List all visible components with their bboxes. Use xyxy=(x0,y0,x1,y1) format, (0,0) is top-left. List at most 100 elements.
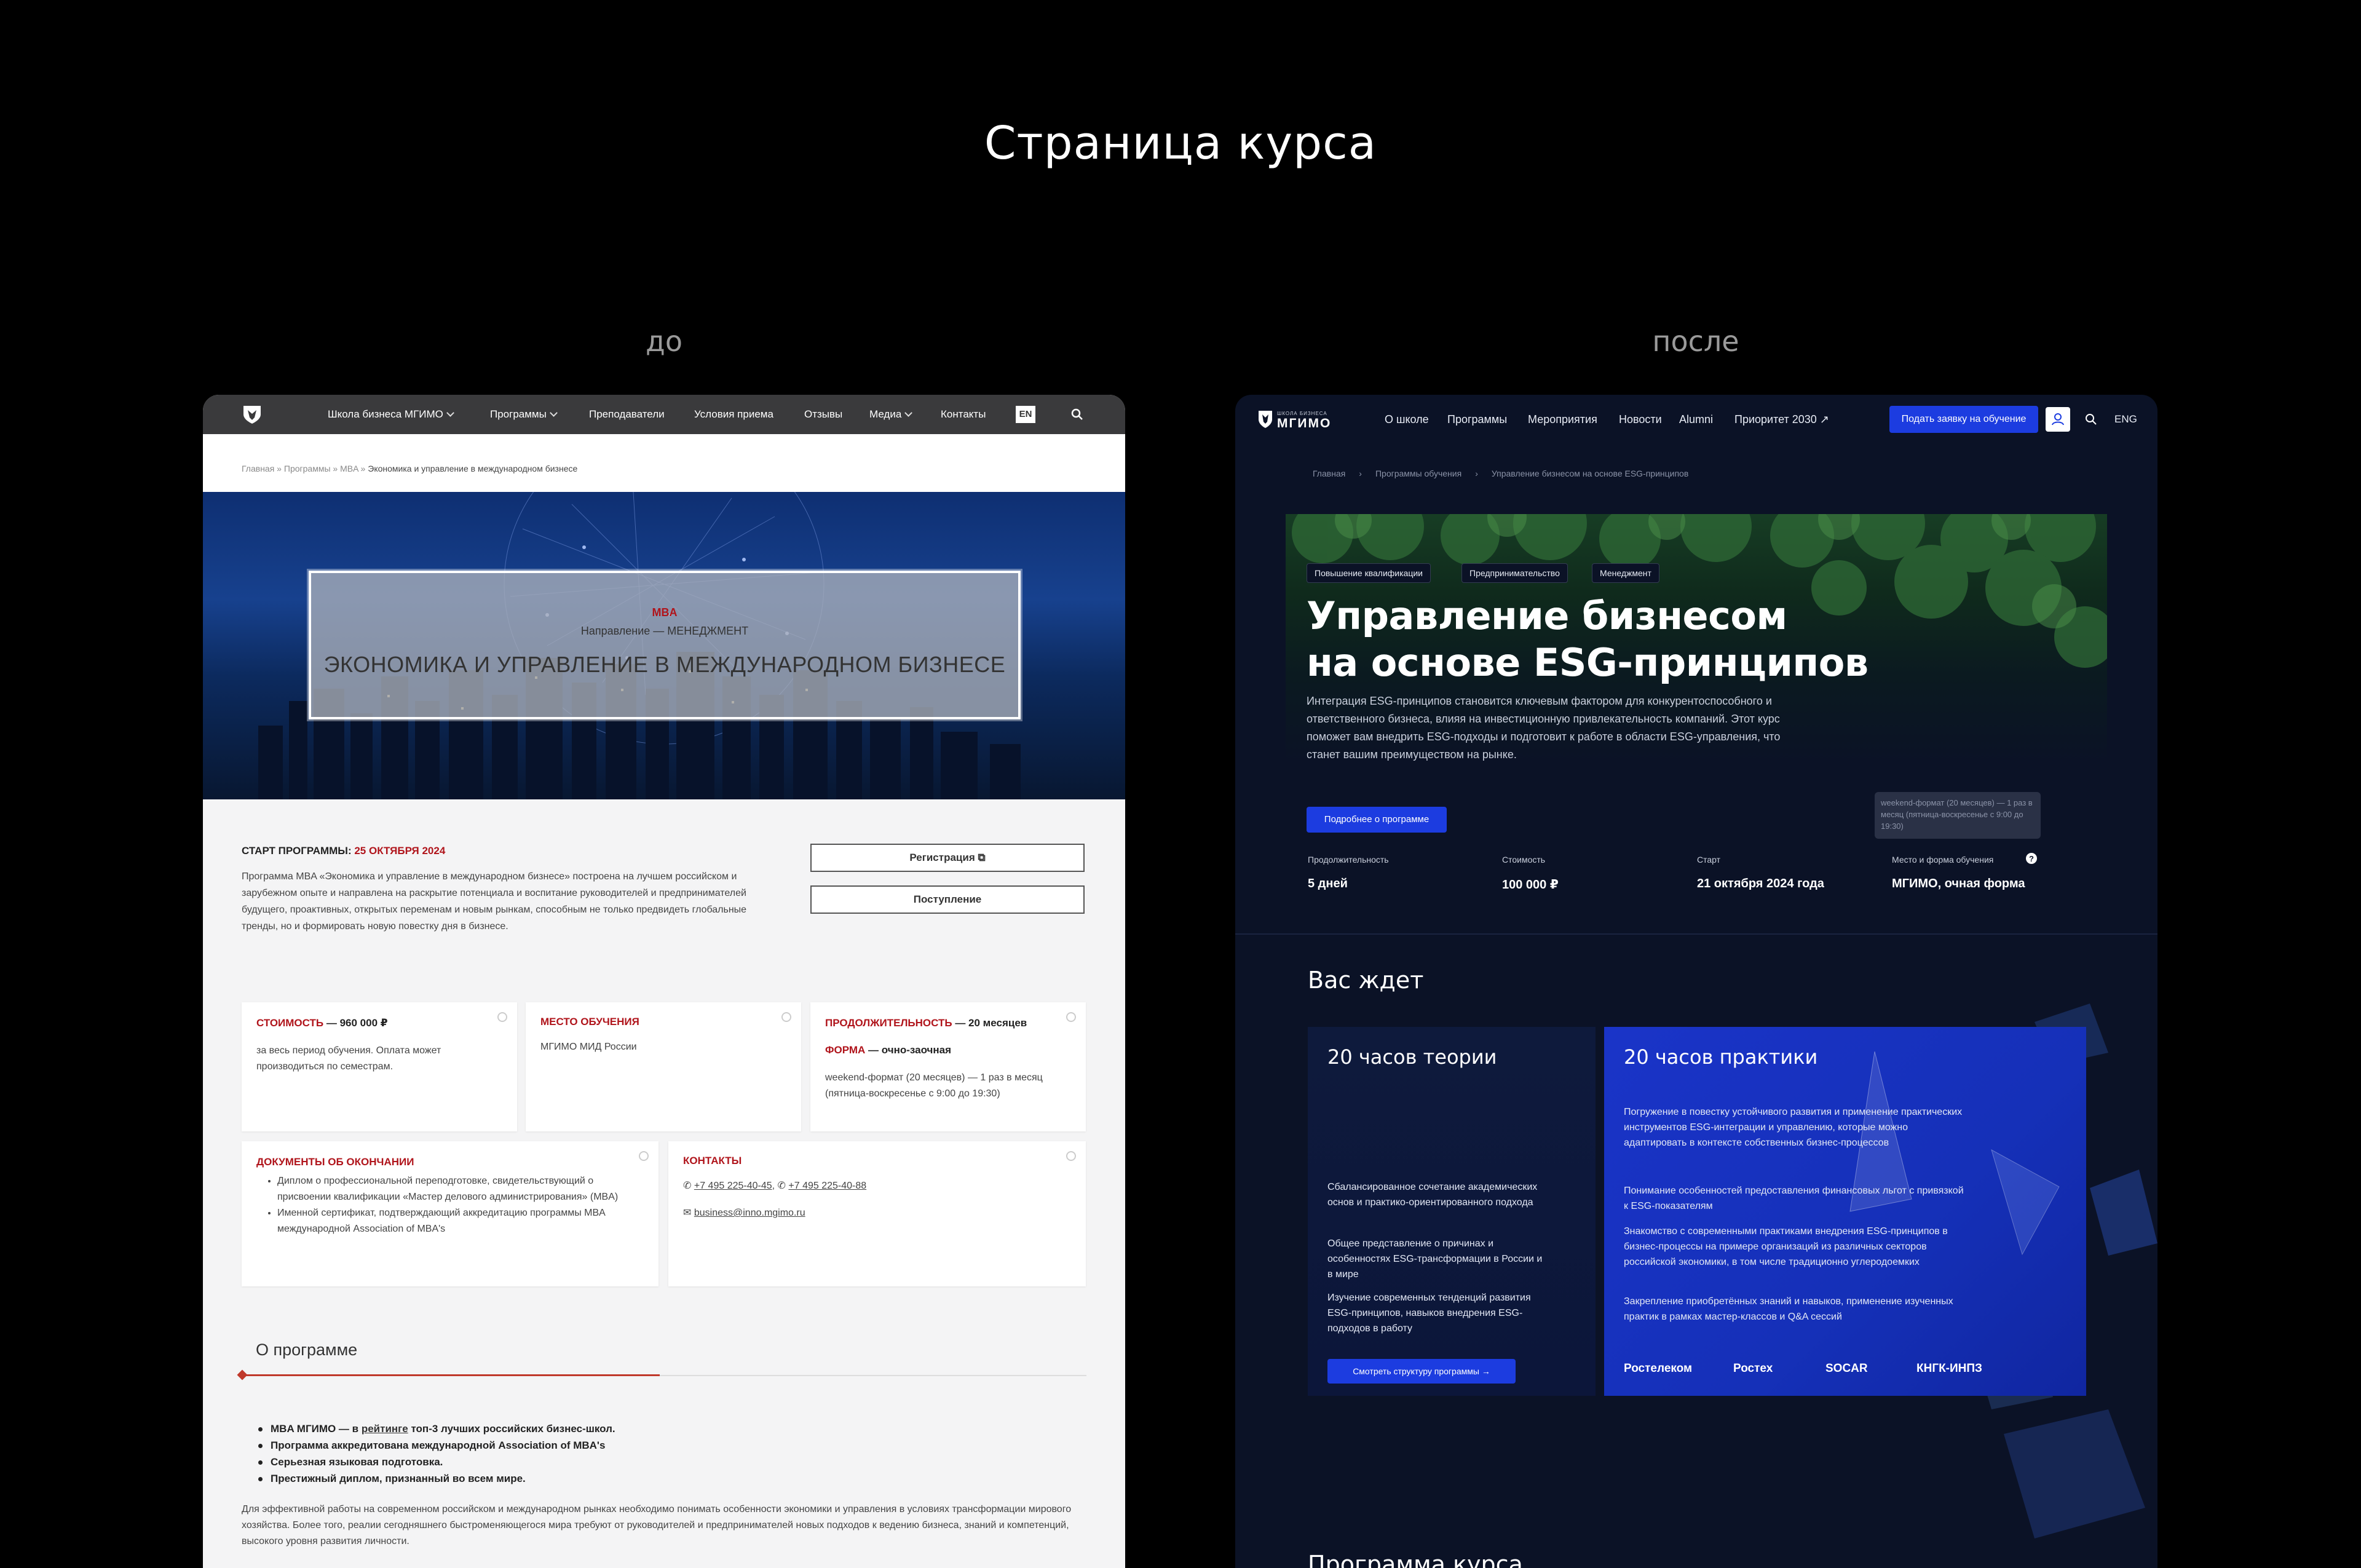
program-structure-button[interactable]: Смотреть структуру программы → xyxy=(1327,1359,1516,1384)
old-hero-title-box: MBA Направление — МЕНЕДЖМЕНТ ЭКОНОМИКА И… xyxy=(309,571,1021,719)
old-about-divider-marker xyxy=(237,1369,248,1380)
program-heading: Программа курса xyxy=(1308,1551,1523,1568)
crumb-programs[interactable]: Программы обучения xyxy=(1375,469,1461,478)
old-card-contacts: КОНТАКТЫ ✆ +7 495 225-40-45, ✆ +7 495 22… xyxy=(668,1141,1086,1286)
svg-text:?: ? xyxy=(2029,854,2034,863)
crumb-current: Управление бизнесом на основе ESG-принци… xyxy=(1491,469,1689,478)
list-item: Программа аккредитована международной As… xyxy=(258,1437,615,1454)
old-hero-title: ЭКОНОМИКА И УПРАВЛЕНИЕ В МЕЖДУНАРОДНОМ Б… xyxy=(323,652,1006,677)
old-nav-teachers[interactable]: Преподаватели xyxy=(589,395,665,434)
stat-start-label: Старт xyxy=(1697,855,1721,865)
old-registration-button[interactable]: Регистрация ⧉ xyxy=(810,844,1085,872)
search-icon[interactable] xyxy=(1070,407,1085,422)
caption-before: до xyxy=(646,325,682,358)
old-about-heading: О программе xyxy=(256,1340,358,1359)
nav-events[interactable]: Мероприятия xyxy=(1528,395,1597,444)
lang-switch[interactable]: ENG xyxy=(2114,395,2137,444)
old-nav-bar: Школа бизнеса МГИМО Программы Преподават… xyxy=(203,395,1125,434)
mail-icon: ✉ xyxy=(683,1208,692,1218)
old-about-paragraph: Для эффективной работы на современном ро… xyxy=(242,1504,1072,1546)
partner-rostec: Ростех xyxy=(1733,1362,1773,1375)
tag-professional-development[interactable]: Повышение квалификации xyxy=(1307,563,1431,583)
hero-title: Управление бизнесом на основе ESG-принци… xyxy=(1307,593,1869,685)
old-nav-media[interactable]: Медиа xyxy=(869,395,913,434)
old-nav-school[interactable]: Школа бизнеса МГИМО xyxy=(328,395,454,434)
crumb-home[interactable]: Главная xyxy=(1313,469,1345,478)
old-breadcrumb: Главная » Программы » MBA » Экономика и … xyxy=(242,464,578,473)
old-phone-1[interactable]: +7 495 225-40-45 xyxy=(694,1181,772,1191)
list-item: Изучение современных тенденций развития … xyxy=(1327,1293,1531,1334)
old-crumb-home[interactable]: Главная xyxy=(242,464,274,473)
tag-management[interactable]: Менеджмент xyxy=(1592,563,1659,583)
question-icon[interactable]: ? xyxy=(2025,852,2038,865)
info-icon[interactable] xyxy=(639,1151,649,1161)
chevron-down-icon xyxy=(549,409,558,417)
nav-programs[interactable]: Программы xyxy=(1447,395,1507,444)
info-icon[interactable] xyxy=(1066,1151,1076,1161)
practice-card-title: 20 часов практики xyxy=(1624,1045,1818,1069)
chevron-down-icon xyxy=(904,409,913,417)
stat-place-label: Место и форма обучения xyxy=(1892,855,1994,865)
old-nav-programs[interactable]: Программы xyxy=(490,395,558,434)
practice-card: 20 часов практики Погружение в повестку … xyxy=(1604,1027,2086,1396)
list-item: Погружение в повестку устойчивого развит… xyxy=(1624,1107,1963,1148)
external-link-icon: ⧉ xyxy=(978,852,986,863)
info-icon[interactable] xyxy=(497,1012,507,1022)
user-icon[interactable] xyxy=(2046,407,2070,432)
nav-news[interactable]: Новости xyxy=(1619,395,1662,444)
old-crumb-mba[interactable]: MBA xyxy=(340,464,358,473)
stat-cost-value: 100 000 ₽ xyxy=(1502,878,1559,892)
list-item: Серьезная языковая подготовка. xyxy=(258,1454,615,1470)
list-item: Сбалансированное сочетание академических… xyxy=(1327,1182,1538,1208)
old-card-place: МЕСТО ОБУЧЕНИЯ МГИМО МИД России xyxy=(526,1002,801,1131)
nav-about[interactable]: О школе xyxy=(1385,395,1429,444)
caption-after: после xyxy=(1652,325,1739,358)
before-screenshot: Школа бизнеса МГИМО Программы Преподават… xyxy=(203,395,1125,1568)
old-hero-direction: Направление — МЕНЕДЖМЕНТ xyxy=(580,625,749,637)
awaits-heading: Вас ждет xyxy=(1308,967,1424,994)
old-description: Программа MBA «Экономика и управление в … xyxy=(242,871,747,932)
mgimo-crest-icon[interactable] xyxy=(241,403,263,426)
external-link-icon: ↗ xyxy=(1819,413,1829,426)
old-card-cost: СТОИМОСТЬ — 960 000 ₽ за весь период обу… xyxy=(242,1002,517,1131)
theory-card: 20 часов теории Сбалансированное сочетан… xyxy=(1308,1027,1596,1396)
partner-socar: SOCAR xyxy=(1825,1362,1868,1375)
rating-link[interactable]: рейтинге xyxy=(362,1423,408,1435)
old-nav-contacts[interactable]: Контакты xyxy=(941,395,986,434)
old-crumb-programs[interactable]: Программы xyxy=(284,464,331,473)
info-icon[interactable] xyxy=(781,1012,791,1022)
stat-place-value: МГИМО, очная форма xyxy=(1892,877,2025,890)
nav-alumni[interactable]: Alumni xyxy=(1679,395,1713,444)
chevron-down-icon xyxy=(446,409,454,417)
mgimo-logo[interactable]: ШКОЛА БИЗНЕСА МГИМО xyxy=(1257,407,1343,432)
old-hero-banner: MBA Направление — МЕНЕДЖМЕНТ ЭКОНОМИКА И… xyxy=(203,492,1125,799)
list-item: MBA МГИМО — в рейтинге топ-3 лучших росс… xyxy=(258,1420,615,1437)
old-about-divider-active xyxy=(242,1374,660,1376)
old-card-duration: ПРОДОЛЖИТЕЛЬНОСТЬ — 20 месяцев ФОРМА — о… xyxy=(810,1002,1086,1131)
stat-start-value: 21 октября 2024 года xyxy=(1697,877,1824,890)
format-tooltip: weekend-формат (20 месяцев) — 1 раз в ме… xyxy=(1875,792,2041,839)
old-nav-admission[interactable]: Условия приема xyxy=(694,395,773,434)
arrow-right-icon: → xyxy=(1481,1366,1490,1376)
old-phone-2[interactable]: +7 495 225-40-88 xyxy=(788,1181,866,1191)
nav-priority-2030[interactable]: Приоритет 2030 ↗ xyxy=(1734,395,1829,444)
old-hero-label: MBA xyxy=(652,606,678,619)
old-nav-reviews[interactable]: Отзывы xyxy=(804,395,842,434)
program-details-button[interactable]: Подробнее о программе xyxy=(1307,807,1447,833)
section-divider xyxy=(1235,933,2157,935)
search-icon[interactable] xyxy=(2084,412,2098,427)
glass-prism-icon xyxy=(1849,1051,2060,1256)
old-admission-button[interactable]: Поступление xyxy=(810,885,1085,914)
phone-icon: ✆ xyxy=(777,1181,786,1191)
old-email-link[interactable]: business@inno.mgimo.ru xyxy=(694,1208,805,1218)
tag-entrepreneurship[interactable]: Предпринимательство xyxy=(1461,563,1568,583)
theory-card-title: 20 часов теории xyxy=(1327,1045,1497,1069)
old-lang-switch[interactable]: EN xyxy=(1016,406,1035,423)
chevron-right-icon: › xyxy=(1359,469,1362,478)
old-crumb-current: Экономика и управление в международном б… xyxy=(368,464,578,473)
partner-rostelecom: Ростелеком xyxy=(1624,1362,1693,1375)
partner-kngk: КНГК-ИНПЗ xyxy=(1916,1362,1982,1375)
apply-button[interactable]: Подать заявку на обучение xyxy=(1889,406,2038,433)
info-icon[interactable] xyxy=(1066,1012,1076,1022)
chevron-right-icon: › xyxy=(1475,469,1478,478)
